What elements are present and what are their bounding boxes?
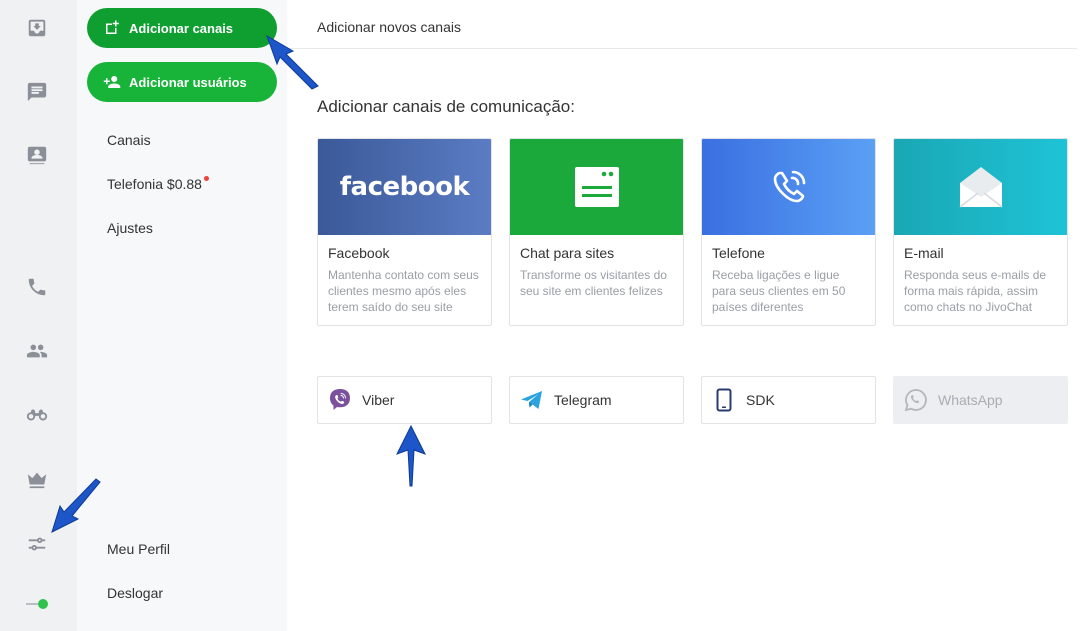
topbar: Adicionar novos canais (287, 0, 1077, 49)
facebook-banner: facebook (318, 139, 491, 235)
phone-icon[interactable] (24, 274, 50, 300)
sidebar-item-telefonia-label: Telefonia $0.88 (107, 176, 202, 192)
sidebar-item-canais[interactable]: Canais (107, 132, 151, 148)
channel-card-telefone[interactable]: Telefone Receba ligações e ligue para se… (701, 138, 876, 326)
card-title: Chat para sites (520, 245, 615, 261)
settings-sliders-icon[interactable] (24, 531, 50, 557)
whatsapp-icon (904, 389, 927, 412)
crown-icon[interactable] (24, 466, 50, 492)
telefone-banner (702, 139, 875, 235)
channel-card-chat[interactable]: Chat para sites Transforme os visitantes… (509, 138, 684, 326)
card-description: Receba ligações e ligue para seus client… (712, 268, 846, 314)
mobile-sdk-icon (716, 388, 732, 412)
channel-card-email[interactable]: E-mail Responda seus e-mails de forma ma… (893, 138, 1068, 326)
whatsapp-label: WhatsApp (938, 392, 1003, 408)
viber-label: Viber (362, 392, 395, 408)
web-chat-icon (574, 167, 619, 207)
viber-icon (330, 389, 350, 410)
channel-button-viber[interactable]: Viber (317, 376, 492, 424)
contacts-card-icon[interactable] (24, 142, 50, 168)
card-title: E-mail (904, 245, 944, 261)
sidebar-item-deslogar[interactable]: Deslogar (107, 585, 163, 601)
sidebar-item-telefonia[interactable]: Telefonia $0.88 (107, 176, 209, 192)
add-users-button[interactable]: Adicionar usuários (87, 62, 277, 102)
channel-button-sdk[interactable]: SDK (701, 376, 876, 424)
section-title: Adicionar canais de comunicação: (317, 97, 575, 116)
secondary-sidebar: Adicionar canais Adicionar usuários Cana… (77, 0, 287, 631)
sidebar-item-meu-perfil[interactable]: Meu Perfil (107, 541, 170, 557)
card-title: Telefone (712, 245, 765, 261)
sidebar-item-ajustes[interactable]: Ajustes (107, 220, 153, 236)
envelope-icon (959, 167, 1002, 208)
telegram-icon (521, 391, 542, 409)
add-users-label: Adicionar usuários (129, 74, 247, 90)
card-title: Facebook (328, 245, 390, 261)
page-title: Adicionar novos canais (317, 19, 461, 35)
status-toggle-icon[interactable] (26, 598, 50, 610)
channel-card-facebook[interactable]: facebook Facebook Mantenha contato com s… (317, 138, 492, 326)
add-channels-button[interactable]: Adicionar canais (87, 8, 277, 48)
binoculars-icon[interactable] (24, 402, 50, 428)
card-description: Mantenha contato com seus clientes mesmo… (328, 268, 479, 314)
card-description: Responda seus e-mails de forma mais rápi… (904, 268, 1047, 314)
icon-rail (0, 0, 77, 631)
main-content: Adicionar novos canais Adicionar canais … (287, 0, 1082, 631)
card-description: Transforme os visitantes do seu site em … (520, 268, 667, 298)
add-user-icon (103, 76, 121, 88)
add-channels-label: Adicionar canais (129, 20, 234, 36)
add-channel-icon (106, 20, 119, 34)
channel-button-telegram[interactable]: Telegram (509, 376, 684, 424)
chat-icon[interactable] (24, 79, 50, 105)
chat-banner (510, 139, 683, 235)
email-banner (894, 139, 1067, 235)
team-icon[interactable] (24, 338, 50, 364)
facebook-logo-text: facebook (339, 172, 470, 202)
telegram-label: Telegram (554, 392, 612, 408)
sdk-label: SDK (746, 392, 775, 408)
inbox-icon[interactable] (24, 15, 50, 41)
channel-button-whatsapp[interactable]: WhatsApp (893, 376, 1068, 424)
phone-call-icon (773, 170, 805, 203)
notification-dot (203, 176, 209, 181)
